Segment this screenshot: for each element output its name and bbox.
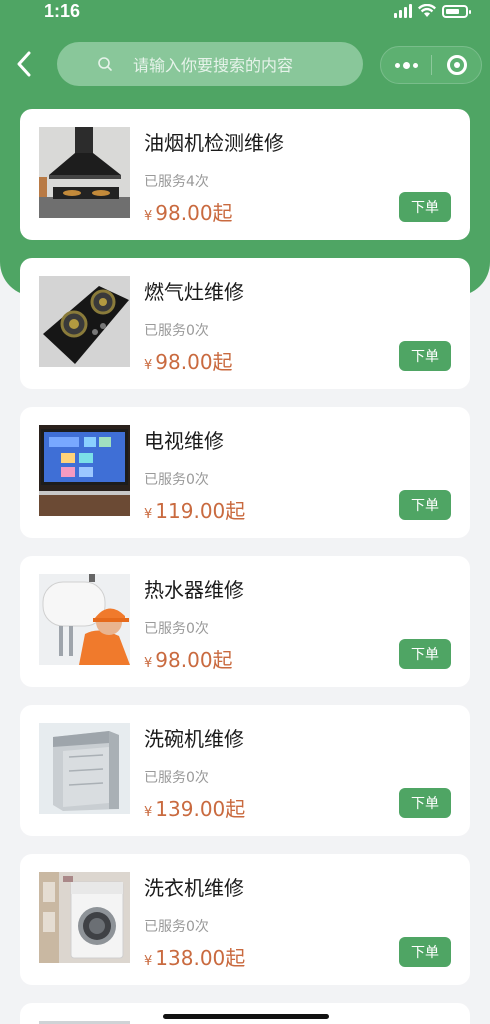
gas-stove-image xyxy=(39,276,130,367)
search-placeholder: 请输入你要搜索的内容 xyxy=(133,56,294,75)
service-card[interactable]: 热水器维修 已服务0次 ¥98.00起 下单 xyxy=(20,556,470,687)
washing-machine-image xyxy=(39,872,130,963)
service-price: ¥139.00起 xyxy=(144,797,246,821)
close-button[interactable] xyxy=(432,55,481,75)
service-list: 油烟机检测维修 已服务4次 ¥98.00起 下单 燃气灶维修 已服务0次 ¥98… xyxy=(20,109,470,1024)
service-title: 电视维修 xyxy=(144,429,224,453)
service-card[interactable]: 电视维修 已服务0次 ¥119.00起 下单 xyxy=(20,407,470,538)
service-title: 洗碗机维修 xyxy=(144,727,244,751)
service-title: 燃气灶维修 xyxy=(144,280,244,304)
service-title: 油烟机检测维修 xyxy=(144,131,284,155)
order-button[interactable]: 下单 xyxy=(399,192,451,222)
served-count: 已服务0次 xyxy=(144,770,209,786)
search-icon xyxy=(98,57,112,71)
status-time: 1:16 xyxy=(44,1,81,21)
service-card[interactable]: 油烟机检测维修 已服务4次 ¥98.00起 下单 xyxy=(20,109,470,240)
served-count: 已服务4次 xyxy=(144,174,209,190)
service-card[interactable]: 洗碗机维修 已服务0次 ¥139.00起 下单 xyxy=(20,705,470,836)
target-icon xyxy=(446,55,467,75)
more-button[interactable] xyxy=(381,47,431,83)
served-count: 已服务0次 xyxy=(144,472,209,488)
service-price: ¥138.00起 xyxy=(144,946,246,970)
status-icons xyxy=(394,4,471,18)
order-button[interactable]: 下单 xyxy=(399,341,451,371)
chevron-left-icon xyxy=(17,51,31,77)
battery-icon xyxy=(442,4,471,18)
range-hood-image xyxy=(39,127,130,218)
service-price: ¥98.00起 xyxy=(144,350,233,374)
service-price: ¥98.00起 xyxy=(144,648,233,672)
served-count: 已服务0次 xyxy=(144,323,209,339)
service-title: 洗衣机维修 xyxy=(144,876,244,900)
home-indicator xyxy=(163,1014,329,1019)
mini-program-capsule xyxy=(380,46,482,84)
order-button[interactable]: 下单 xyxy=(399,490,451,520)
search-input[interactable]: 请输入你要搜索的内容 xyxy=(57,42,363,86)
service-title: 热水器维修 xyxy=(144,578,244,602)
order-button[interactable]: 下单 xyxy=(399,937,451,967)
water-heater-image xyxy=(39,574,130,665)
status-bar: 1:16 xyxy=(0,0,490,26)
dishwasher-image xyxy=(39,723,130,814)
service-price: ¥119.00起 xyxy=(144,499,246,523)
order-button[interactable]: 下单 xyxy=(399,788,451,818)
service-card[interactable]: 洗衣机维修 已服务0次 ¥138.00起 下单 xyxy=(20,854,470,985)
service-price: ¥98.00起 xyxy=(144,201,233,225)
television-image xyxy=(39,425,130,516)
wifi-icon xyxy=(418,4,436,17)
order-button[interactable]: 下单 xyxy=(399,639,451,669)
more-dots-icon xyxy=(394,62,400,68)
back-button[interactable] xyxy=(10,48,38,80)
service-card[interactable]: 燃气灶维修 已服务0次 ¥98.00起 下单 xyxy=(20,258,470,389)
served-count: 已服务0次 xyxy=(144,621,209,637)
served-count: 已服务0次 xyxy=(144,919,209,935)
signal-icon xyxy=(394,4,412,18)
